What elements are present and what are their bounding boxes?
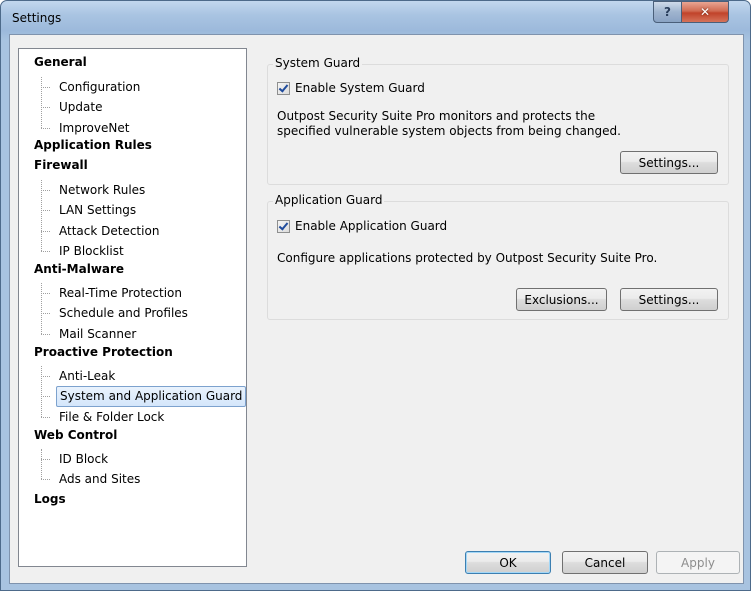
checkbox-checked-icon[interactable]: [277, 219, 290, 233]
tree-connector: [41, 190, 50, 191]
tree-item-web-control[interactable]: Web Control: [34, 425, 117, 445]
system-guard-title: System Guard: [273, 56, 363, 70]
tree-connector: [41, 376, 50, 377]
tree-item-real-time-protection[interactable]: Real-Time Protection: [56, 283, 185, 303]
tree-connector: [41, 231, 50, 232]
tree-item-anti-leak[interactable]: Anti-Leak: [56, 366, 118, 386]
tree-connector: [41, 107, 50, 108]
system-guard-description-line2: specified vulnerable system objects from…: [277, 124, 621, 138]
tree-connector: [41, 210, 50, 211]
tree-connector: [41, 283, 42, 334]
apply-button[interactable]: Apply: [656, 551, 740, 574]
enable-application-guard-label: Enable Application Guard: [295, 219, 448, 233]
enable-application-guard-checkbox[interactable]: Enable Application Guard: [277, 219, 447, 233]
enable-system-guard-label: Enable System Guard: [295, 81, 425, 95]
system-guard-description: Outpost Security Suite Pro monitors and …: [277, 109, 621, 139]
tree-connector: [41, 87, 50, 88]
tree-item-mail-scanner[interactable]: Mail Scanner: [56, 324, 139, 344]
tree-item-id-block[interactable]: ID Block: [56, 449, 111, 469]
enable-system-guard-checkbox[interactable]: Enable System Guard: [277, 81, 425, 95]
ok-button[interactable]: OK: [465, 551, 551, 574]
tree-item-schedule-and-profiles[interactable]: Schedule and Profiles: [56, 303, 191, 323]
tree-item-lan-settings[interactable]: LAN Settings: [56, 200, 139, 220]
tree-connector: [41, 417, 50, 418]
help-button[interactable]: ?: [653, 1, 682, 23]
tree-connector: [41, 77, 42, 128]
tree-item-system-and-application-guard[interactable]: System and Application Guard: [56, 386, 247, 407]
settings-tree[interactable]: General Configuration Update ImproveNet …: [18, 48, 247, 567]
tree-connector: [41, 128, 50, 129]
tree-item-logs[interactable]: Logs: [34, 489, 66, 509]
tree-item-ip-blocklist[interactable]: IP Blocklist: [56, 241, 127, 261]
application-guard-settings-button[interactable]: Settings...: [620, 288, 718, 311]
tree-connector: [41, 449, 42, 479]
close-button[interactable]: ✕: [681, 1, 729, 23]
tree-connector: [41, 366, 42, 417]
tree-item-configuration[interactable]: Configuration: [56, 77, 143, 97]
tree-item-general[interactable]: General: [34, 52, 87, 72]
tree-connector: [41, 251, 50, 252]
tree-item-file-folder-lock[interactable]: File & Folder Lock: [56, 407, 167, 427]
tree-connector: [41, 334, 50, 335]
tree-item-anti-malware[interactable]: Anti-Malware: [34, 259, 124, 279]
tree-connector: [41, 479, 50, 480]
window-title: Settings: [12, 11, 62, 25]
application-guard-description: Configure applications protected by Outp…: [277, 251, 658, 265]
tree-item-firewall[interactable]: Firewall: [34, 155, 88, 175]
tree-connector: [41, 396, 50, 397]
tree-item-network-rules[interactable]: Network Rules: [56, 180, 148, 200]
tree-item-application-rules[interactable]: Application Rules: [34, 135, 152, 155]
cancel-button[interactable]: Cancel: [562, 551, 648, 574]
tree-item-proactive-protection[interactable]: Proactive Protection: [34, 342, 173, 362]
title-bar[interactable]: Settings ? ✕: [1, 1, 750, 35]
tree-connector: [41, 459, 50, 460]
tree-item-attack-detection[interactable]: Attack Detection: [56, 221, 162, 241]
help-icon: ?: [664, 5, 671, 19]
exclusions-button[interactable]: Exclusions...: [516, 288, 607, 311]
system-guard-settings-button[interactable]: Settings...: [620, 151, 718, 174]
checkbox-checked-icon[interactable]: [277, 81, 290, 95]
tree-connector: [41, 313, 50, 314]
application-guard-title: Application Guard: [273, 193, 385, 207]
close-icon: ✕: [699, 5, 711, 19]
tree-item-update[interactable]: Update: [56, 97, 105, 117]
system-guard-description-line1: Outpost Security Suite Pro monitors and …: [277, 109, 596, 123]
tree-item-ads-and-sites[interactable]: Ads and Sites: [56, 469, 143, 489]
tree-connector: [41, 293, 50, 294]
